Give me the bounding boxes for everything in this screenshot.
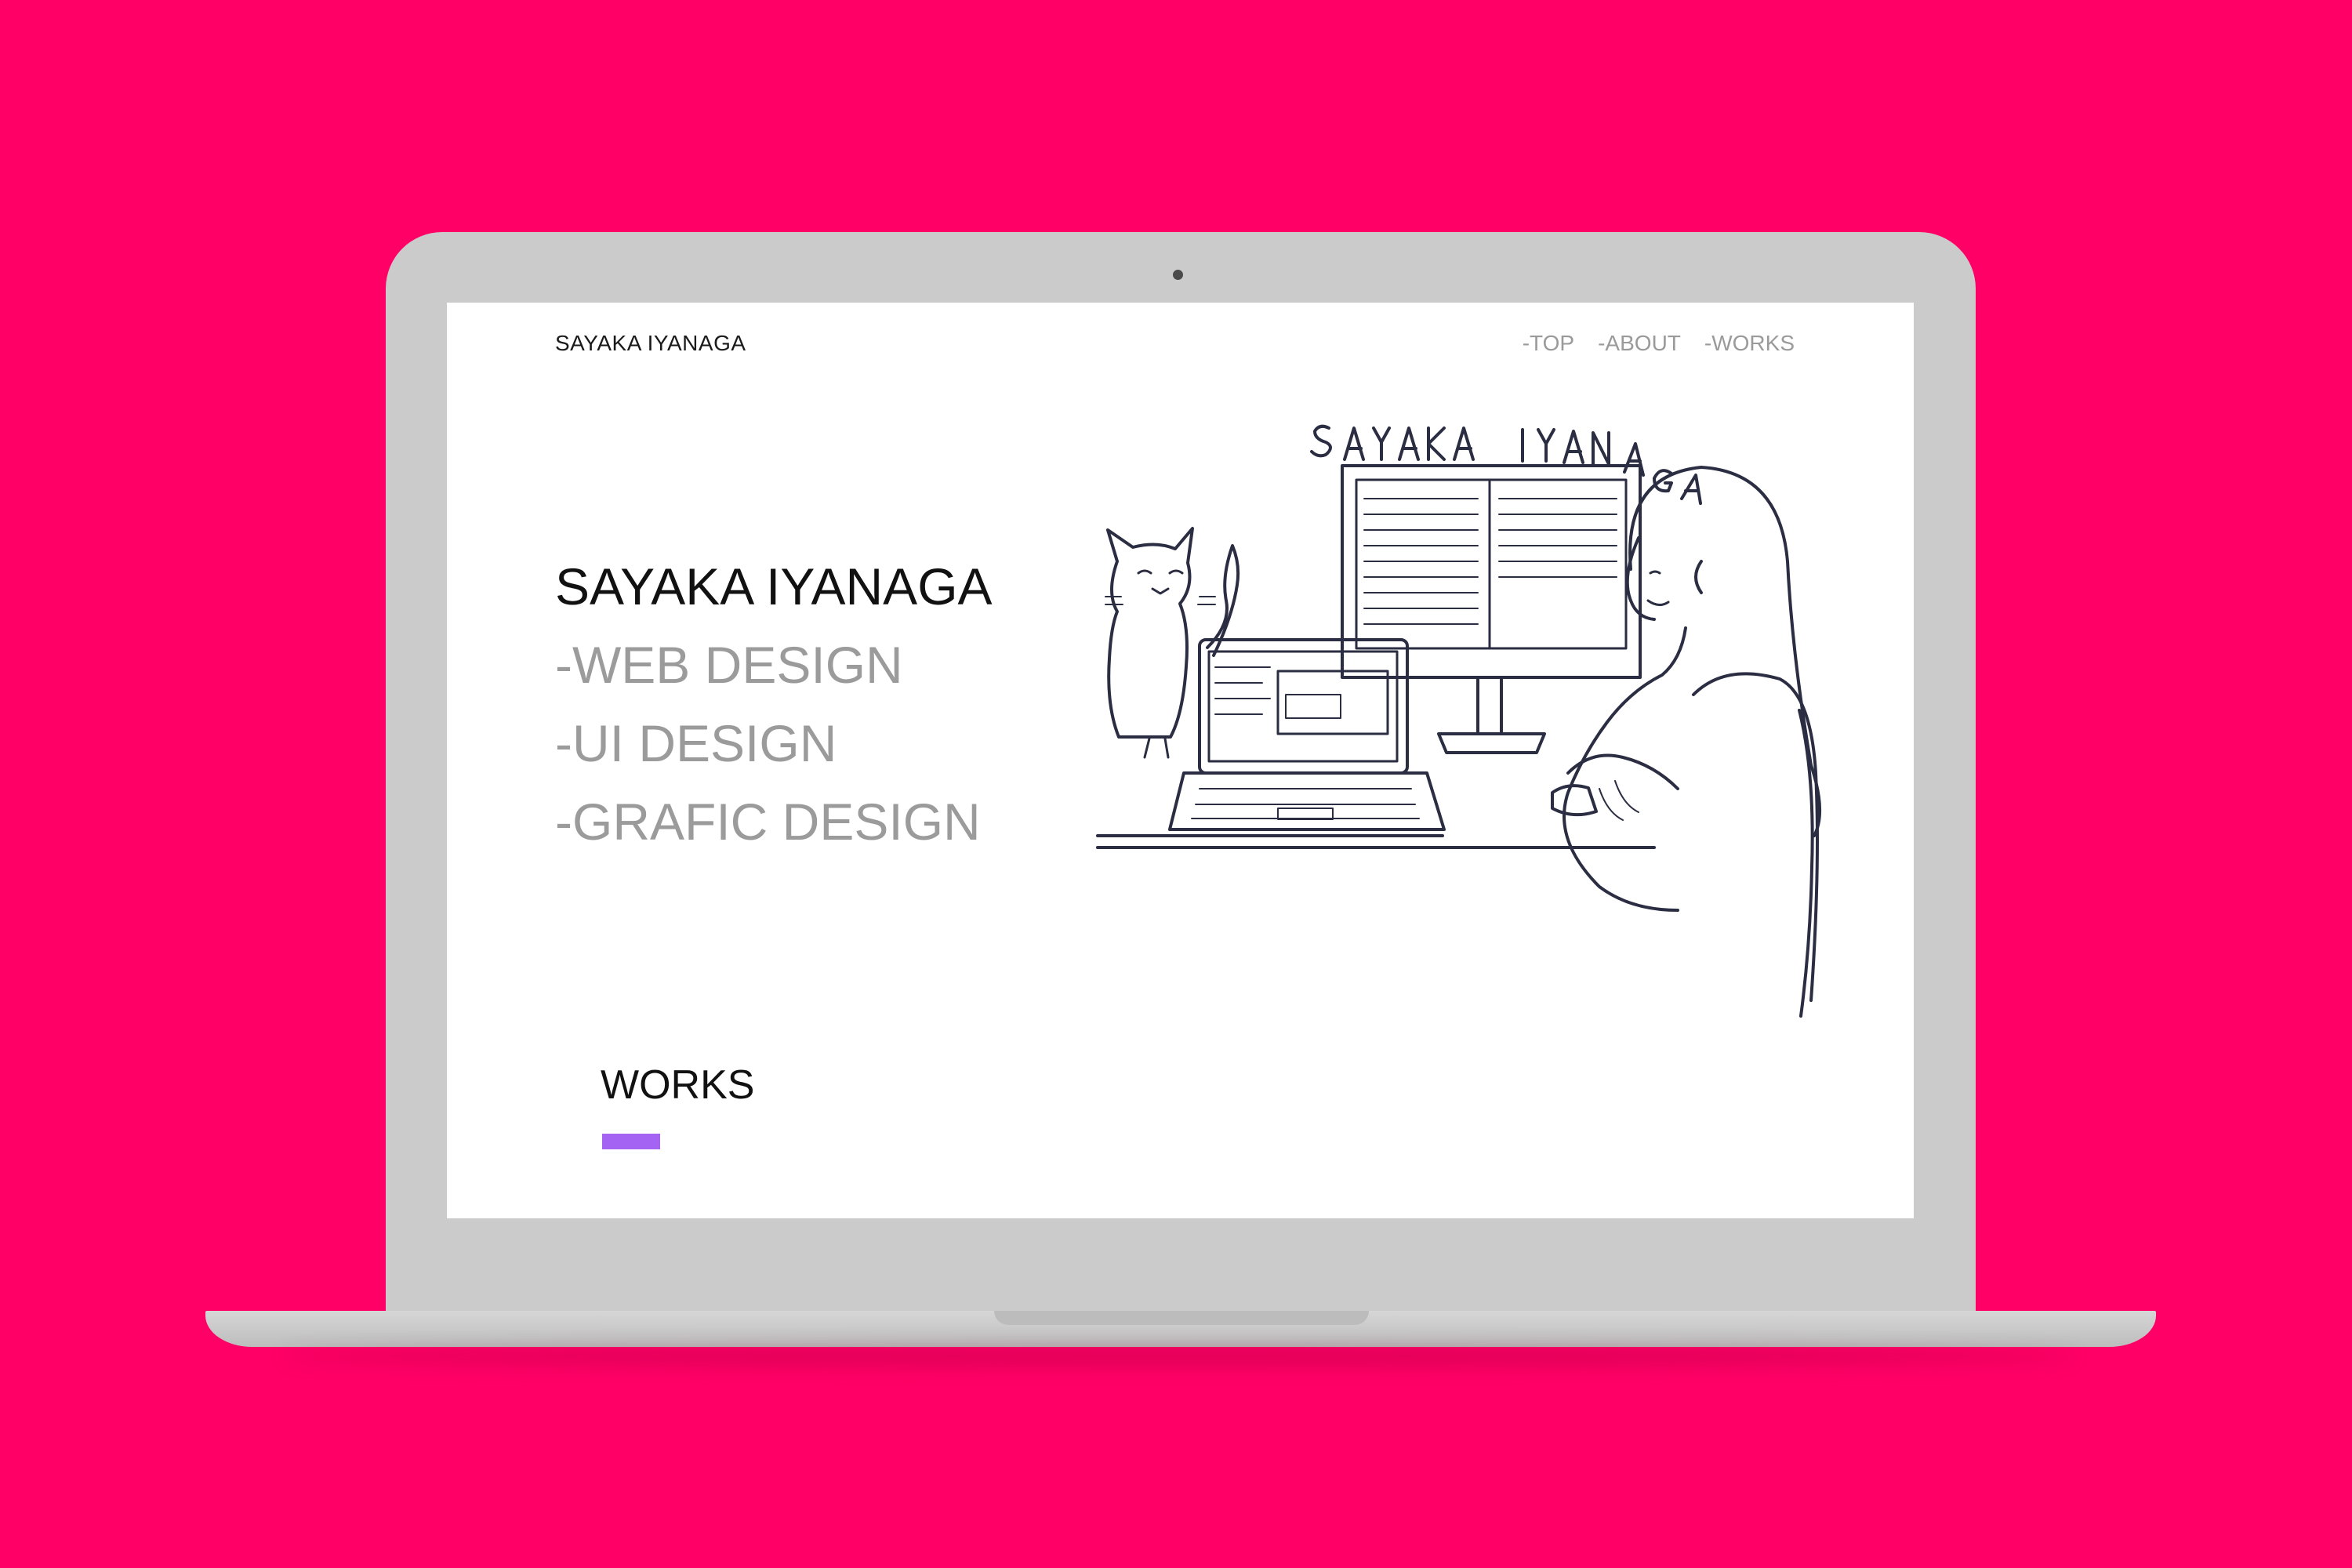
laptop-base-notch: [994, 1311, 1369, 1325]
works-heading: WORKS: [601, 1062, 755, 1108]
hero-name: SAYAKA IYANAGA: [555, 557, 993, 615]
nav-about[interactable]: -ABOUT: [1598, 331, 1681, 356]
hero-ui-design: -UI DESIGN: [555, 714, 837, 772]
hero-text: SAYAKA IYANAGA -WEB DESIGN -UI DESIGN -G…: [555, 547, 993, 861]
works-underline: [602, 1134, 660, 1149]
person-drawing: [1551, 466, 1822, 1018]
laptop-camera: [1173, 270, 1183, 280]
nav-works[interactable]: -WORKS: [1704, 331, 1795, 356]
nav-top[interactable]: -TOP: [1523, 331, 1574, 356]
hero-grafic-design: -GRAFIC DESIGN: [555, 793, 981, 851]
site-logo[interactable]: SAYAKA IYANAGA: [555, 331, 746, 356]
top-nav: -TOP -ABOUT -WORKS: [1523, 331, 1795, 356]
hero-web-design: -WEB DESIGN: [555, 636, 903, 694]
cat-drawing: [1105, 527, 1240, 759]
laptop-screen: SAYAKA IYANAGA -TOP -ABOUT -WORKS SAYAKA…: [447, 303, 1914, 1218]
laptop-shadow: [282, 1347, 2078, 1366]
small-laptop-drawing: [1168, 638, 1446, 831]
hero-illustration: [1096, 424, 1822, 1018]
